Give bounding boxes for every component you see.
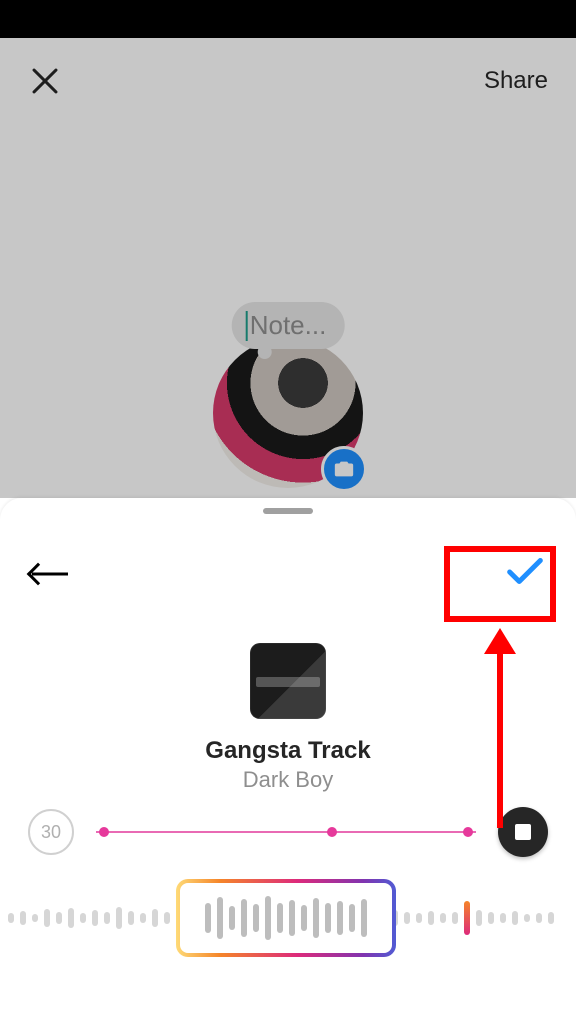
back-button[interactable] [28,558,68,590]
duration-selector[interactable]: 30 [28,809,74,855]
range-playhead[interactable] [327,827,337,837]
status-bar [0,0,576,38]
share-button[interactable]: Share [484,67,548,95]
note-placeholder: Note... [250,310,327,341]
album-art [250,643,326,719]
selection-window[interactable] [176,879,396,957]
waveform-scrubber[interactable] [0,883,576,953]
annotation-highlight-box [444,546,556,622]
waveform-accent-marker [464,901,470,935]
note-composer-backdrop: Share Note... [0,38,576,498]
close-icon[interactable] [28,64,62,98]
camera-icon [333,458,355,480]
note-input-bubble[interactable]: Note... [232,302,345,349]
trim-range[interactable] [96,820,476,844]
range-start-handle[interactable] [99,827,109,837]
range-end-handle[interactable] [463,827,473,837]
annotation-arrow [482,628,518,828]
text-cursor [246,311,248,341]
avatar[interactable]: Note... [213,338,363,488]
camera-badge[interactable] [321,446,367,492]
